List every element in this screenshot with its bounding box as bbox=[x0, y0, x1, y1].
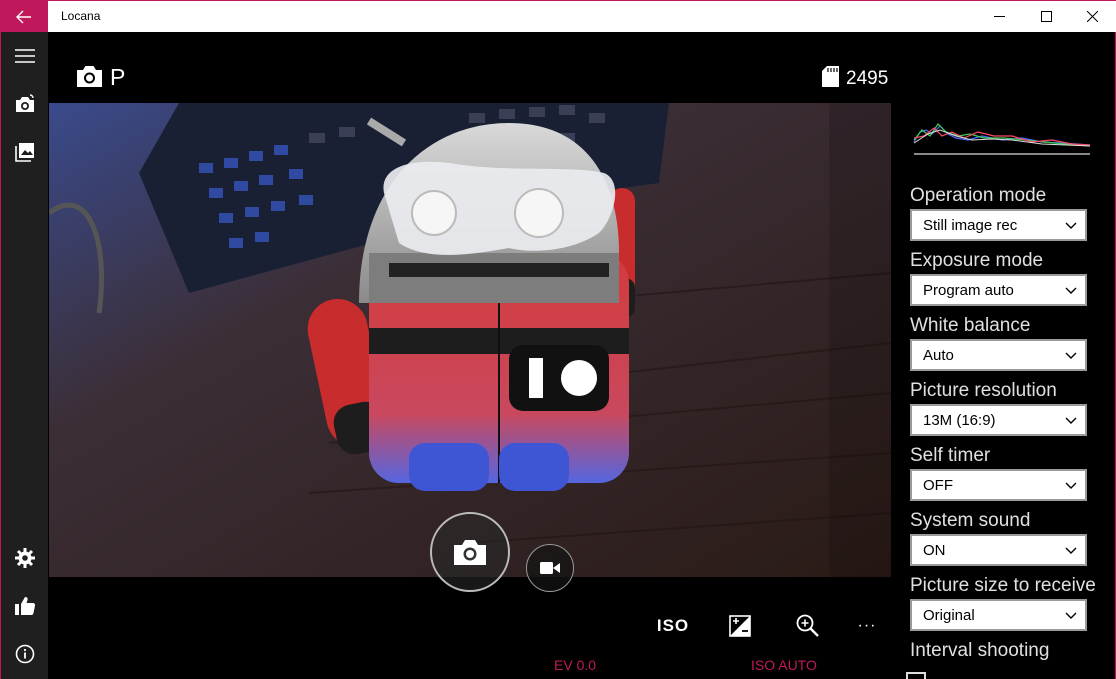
remaining-shots: 2495 bbox=[846, 68, 889, 89]
white-balance-dropdown[interactable]: Auto bbox=[910, 339, 1087, 371]
self-timer-dropdown[interactable]: OFF bbox=[910, 469, 1087, 501]
iso-label: ISO bbox=[656, 616, 690, 635]
interval-shooting-checkbox[interactable] bbox=[906, 672, 926, 679]
picture-size-value: Original bbox=[923, 606, 975, 624]
shutter-button[interactable] bbox=[430, 512, 510, 592]
operation-mode-label: Operation mode bbox=[910, 185, 1047, 206]
more-options-button[interactable]: ··· bbox=[847, 610, 887, 642]
video-camera-icon bbox=[540, 562, 560, 574]
system-sound-label: System sound bbox=[910, 510, 1031, 531]
settings-gear-icon bbox=[14, 548, 35, 568]
picture-resolution-value: 13M (16:9) bbox=[923, 411, 996, 429]
hamburger-menu-button[interactable] bbox=[1, 36, 48, 76]
zoom-in-icon bbox=[796, 614, 819, 637]
thumbs-up-icon bbox=[14, 597, 35, 615]
app-title: Locana bbox=[61, 9, 101, 23]
arrow-left-icon bbox=[16, 10, 31, 23]
maximize-icon bbox=[1040, 11, 1052, 22]
exposure-button[interactable] bbox=[720, 610, 760, 642]
chevron-down-icon bbox=[1065, 547, 1077, 554]
live-viewfinder[interactable] bbox=[49, 103, 891, 577]
self-timer-value: OFF bbox=[923, 476, 953, 494]
picture-resolution-label: Picture resolution bbox=[910, 380, 1057, 401]
minimize-button[interactable] bbox=[976, 1, 1022, 32]
nav-rail bbox=[1, 32, 48, 679]
white-balance-value: Auto bbox=[923, 346, 954, 364]
hamburger-menu-icon bbox=[14, 49, 35, 63]
picture-size-label: Picture size to receive bbox=[910, 575, 1096, 596]
histogram bbox=[912, 118, 1092, 158]
picture-resolution-dropdown[interactable]: 13M (16:9) bbox=[910, 404, 1087, 436]
settings-button[interactable] bbox=[1, 538, 48, 578]
zoom-button[interactable] bbox=[788, 610, 828, 642]
switch-camera-icon bbox=[15, 94, 34, 112]
switch-camera-button[interactable] bbox=[1, 84, 48, 124]
info-icon bbox=[15, 644, 34, 664]
feedback-button[interactable] bbox=[1, 586, 48, 626]
operation-mode-value: Still image rec bbox=[923, 216, 1018, 234]
chevron-down-icon bbox=[1065, 222, 1077, 229]
maximize-button[interactable] bbox=[1023, 1, 1069, 32]
system-sound-value: ON bbox=[923, 541, 946, 559]
shooting-mode-label: P bbox=[110, 64, 126, 90]
about-button[interactable] bbox=[1, 634, 48, 674]
camera-icon bbox=[454, 540, 486, 565]
gallery-icon bbox=[14, 143, 34, 162]
self-timer-label: Self timer bbox=[910, 445, 991, 466]
iso-button[interactable]: ISO bbox=[653, 610, 693, 642]
chevron-down-icon bbox=[1065, 482, 1077, 489]
operation-mode-dropdown[interactable]: Still image rec bbox=[910, 209, 1087, 241]
viewfinder-image bbox=[49, 103, 891, 577]
close-icon bbox=[1086, 11, 1098, 22]
close-button[interactable] bbox=[1069, 1, 1115, 32]
back-button[interactable] bbox=[0, 1, 48, 32]
chevron-down-icon bbox=[1065, 287, 1077, 294]
chevron-down-icon bbox=[1065, 612, 1077, 619]
camera-icon bbox=[76, 64, 103, 93]
chevron-down-icon bbox=[1065, 417, 1077, 424]
title-bar: Locana bbox=[0, 0, 1116, 32]
system-sound-dropdown[interactable]: ON bbox=[910, 534, 1087, 566]
interval-shooting-label: Interval shooting bbox=[910, 640, 1050, 661]
picture-size-dropdown[interactable]: Original bbox=[910, 599, 1087, 631]
chevron-down-icon bbox=[1065, 352, 1077, 359]
exposure-icon bbox=[729, 615, 751, 637]
white-balance-label: White balance bbox=[910, 315, 1031, 336]
sd-card-icon bbox=[822, 66, 839, 92]
iso-status: ISO AUTO bbox=[751, 657, 817, 673]
gallery-button[interactable] bbox=[1, 132, 48, 172]
exposure-mode-label: Exposure mode bbox=[910, 250, 1044, 271]
video-mode-button[interactable] bbox=[526, 544, 574, 592]
exposure-mode-dropdown[interactable]: Program auto bbox=[910, 274, 1087, 306]
minimize-icon bbox=[993, 16, 1005, 17]
exposure-mode-value: Program auto bbox=[923, 281, 1014, 299]
ev-status: EV 0.0 bbox=[554, 657, 597, 673]
